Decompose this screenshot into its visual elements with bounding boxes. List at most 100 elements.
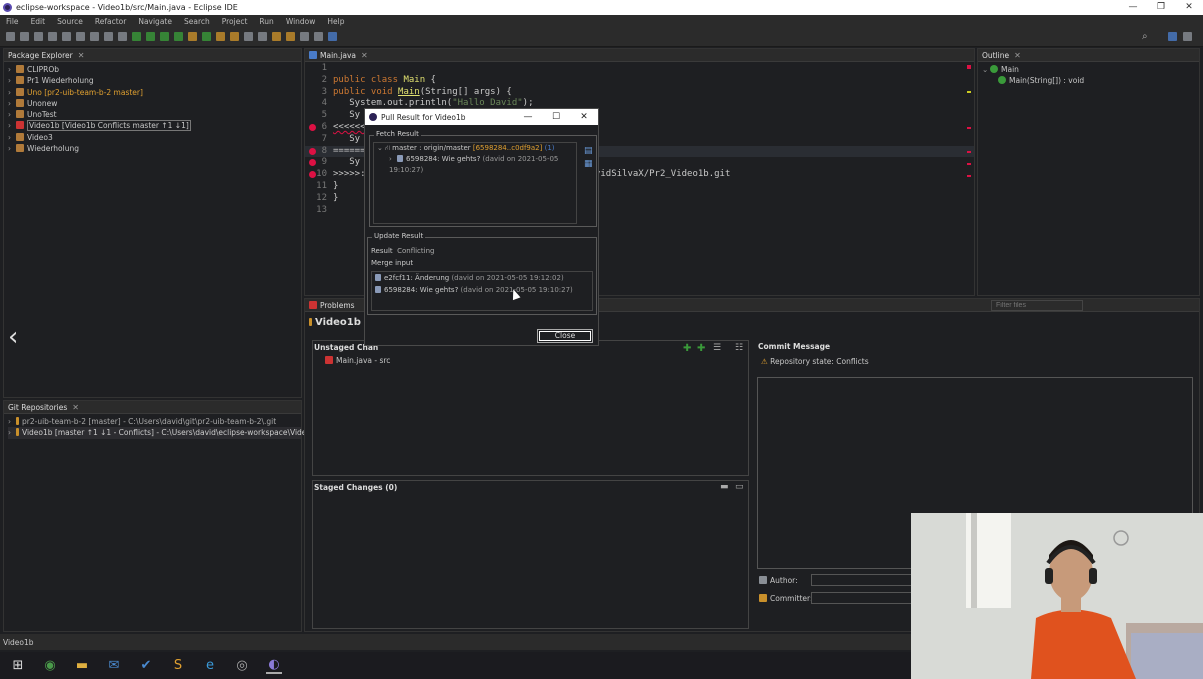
close-icon[interactable]: ✕ bbox=[78, 51, 85, 60]
search-icon[interactable]: ⌕ bbox=[1142, 31, 1148, 42]
previous-slide-icon[interactable]: ‹ bbox=[8, 322, 18, 352]
merge-input-item[interactable]: 6598284: Wie gehts? (david on 2021-05-05… bbox=[375, 284, 592, 296]
last-edit-icon[interactable] bbox=[258, 32, 267, 41]
overview-ruler-marker[interactable] bbox=[967, 91, 971, 93]
tree-item-video3[interactable]: › Video3 bbox=[8, 132, 301, 143]
minimize-button[interactable]: — bbox=[1119, 0, 1147, 15]
format-icon[interactable] bbox=[104, 32, 113, 41]
menu-refactor[interactable]: Refactor bbox=[89, 17, 132, 26]
editor-tab-main-java[interactable]: Main.java ✕ bbox=[305, 49, 974, 62]
view-options-icon[interactable]: ☰ bbox=[713, 343, 721, 353]
commit-message-label: Commit Message bbox=[758, 342, 831, 351]
tree-item-unotest[interactable]: › UnoTest bbox=[8, 109, 301, 120]
tree-view-icon[interactable]: ☷ bbox=[735, 343, 743, 353]
overview-ruler-marker[interactable] bbox=[967, 65, 971, 69]
project-icon bbox=[16, 98, 24, 107]
menu-run[interactable]: Run bbox=[253, 17, 279, 26]
nav-forward-icon[interactable] bbox=[314, 32, 323, 41]
run-icon[interactable] bbox=[146, 32, 155, 41]
repo-item-video1b[interactable]: › Video1b [master ↑1 ↓1 - Conflicts] - C:… bbox=[8, 427, 335, 439]
obs-icon[interactable]: ◎ bbox=[234, 658, 250, 673]
eclipse-taskbar-icon[interactable]: ◐ bbox=[266, 657, 282, 674]
dialog-minimize-button[interactable]: — bbox=[514, 109, 542, 125]
merge-input-item[interactable]: e2fcf11: Änderung (david on 2021-05-05 1… bbox=[375, 272, 592, 284]
tree-item-pr1[interactable]: › Pr1 Wiederholung bbox=[8, 75, 301, 86]
menu-navigate[interactable]: Navigate bbox=[132, 17, 178, 26]
menu-project[interactable]: Project bbox=[216, 17, 254, 26]
nav-back-icon[interactable] bbox=[300, 32, 309, 41]
commit-icon bbox=[375, 274, 381, 281]
fetch-branch-item[interactable]: ⌄ ⛙ master : origin/master [6598284..c0df… bbox=[377, 143, 576, 154]
menu-file[interactable]: File bbox=[0, 17, 25, 26]
debug-icon[interactable] bbox=[132, 32, 141, 41]
search-tool-icon[interactable] bbox=[230, 32, 239, 41]
conflict-project-icon bbox=[16, 121, 24, 130]
outline-tab[interactable]: Outline ✕ bbox=[978, 49, 1199, 62]
new-java-project-icon[interactable] bbox=[188, 32, 197, 41]
sublime-icon[interactable]: S bbox=[170, 658, 186, 673]
todo-icon[interactable]: ✔ bbox=[138, 658, 154, 673]
new-class-icon[interactable] bbox=[202, 32, 211, 41]
menu-help[interactable]: Help bbox=[321, 17, 350, 26]
outline-item-method[interactable]: Main(String[]) : void bbox=[982, 75, 1199, 86]
close-window-button[interactable]: ✕ bbox=[1175, 0, 1203, 15]
toggle-icon[interactable] bbox=[76, 32, 85, 41]
menu-source[interactable]: Source bbox=[51, 17, 89, 26]
overview-ruler-marker[interactable] bbox=[967, 151, 971, 153]
perspective-git-icon[interactable] bbox=[1183, 32, 1192, 41]
file-explorer-icon[interactable]: ▬ bbox=[74, 658, 90, 673]
mail-icon[interactable]: ✉ bbox=[106, 658, 122, 673]
overview-ruler-marker[interactable] bbox=[967, 127, 971, 129]
skip-breakpoints-icon[interactable] bbox=[62, 32, 71, 41]
repo-item-pr2[interactable]: › pr2-uib-team-b-2 [master] - C:\Users\da… bbox=[8, 416, 301, 427]
tree-item-uno[interactable]: › Uno [pr2-uib-team-b-2 master] bbox=[8, 87, 301, 98]
tree-item-video1b[interactable]: › Video1b [Video1b Conflicts master ↑1 ↓1… bbox=[8, 120, 301, 132]
overview-ruler-marker[interactable] bbox=[967, 163, 971, 165]
save-all-icon[interactable] bbox=[34, 32, 43, 41]
menu-window[interactable]: Window bbox=[280, 17, 322, 26]
close-icon[interactable]: ✕ bbox=[1014, 51, 1021, 60]
coverage-icon[interactable] bbox=[160, 32, 169, 41]
new-icon[interactable] bbox=[6, 32, 15, 41]
tree-item-unonew[interactable]: › Unonew bbox=[8, 98, 301, 109]
fetch-commit-item[interactable]: › 6598284: Wie gehts? (david on 2021-05-0… bbox=[377, 154, 576, 176]
back-icon[interactable] bbox=[272, 32, 281, 41]
dialog-close-icon[interactable]: ✕ bbox=[570, 109, 598, 125]
unstaged-file-item[interactable]: Main.java - src bbox=[325, 356, 748, 365]
tree-item-wiederholung[interactable]: › Wiederholung bbox=[8, 143, 301, 154]
menu-edit[interactable]: Edit bbox=[25, 17, 52, 26]
annotation-icon[interactable] bbox=[244, 32, 253, 41]
unstage-icon[interactable]: ▭ bbox=[735, 482, 744, 492]
show-whitespace-icon[interactable] bbox=[118, 32, 127, 41]
tree-item-cliprob[interactable]: › CLIPROb bbox=[8, 64, 301, 75]
edge-icon[interactable]: e bbox=[202, 658, 218, 673]
open-type-icon[interactable] bbox=[216, 32, 225, 41]
copy-icon[interactable]: ▤ bbox=[584, 146, 593, 156]
open-icon[interactable]: ▦ bbox=[584, 159, 593, 169]
overview-ruler-marker[interactable] bbox=[967, 175, 971, 177]
start-icon[interactable]: ⊞ bbox=[10, 658, 26, 673]
unstage-all-icon[interactable]: ▬ bbox=[720, 482, 729, 492]
pin-icon[interactable] bbox=[328, 32, 337, 41]
dialog-maximize-button[interactable]: ☐ bbox=[542, 109, 570, 125]
close-icon[interactable]: ✕ bbox=[361, 51, 368, 60]
outline-item-class[interactable]: ⌄ Main bbox=[982, 64, 1199, 75]
terminal-icon[interactable] bbox=[48, 32, 57, 41]
external-tools-icon[interactable] bbox=[174, 32, 183, 41]
close-icon[interactable]: ✕ bbox=[72, 403, 79, 412]
menu-search[interactable]: Search bbox=[178, 17, 216, 26]
add-to-index-icon[interactable]: ✚ bbox=[683, 343, 691, 354]
filter-files-input[interactable] bbox=[991, 300, 1083, 311]
fetch-result-tree[interactable]: ⌄ ⛙ master : origin/master [6598284..c0df… bbox=[373, 142, 577, 224]
git-repositories-tab[interactable]: Git Repositories ✕ bbox=[4, 401, 301, 414]
save-icon[interactable] bbox=[20, 32, 29, 41]
package-explorer-tab[interactable]: Package Explorer ✕ bbox=[4, 49, 301, 62]
perspective-java-icon[interactable] bbox=[1168, 32, 1177, 41]
merge-input-list[interactable]: e2fcf11: Änderung (david on 2021-05-05 1… bbox=[371, 271, 593, 311]
forward-icon[interactable] bbox=[286, 32, 295, 41]
chrome-icon[interactable]: ◉ bbox=[42, 658, 58, 673]
close-button[interactable]: Close bbox=[537, 329, 593, 343]
maximize-button[interactable]: ❐ bbox=[1147, 0, 1175, 15]
mark-icon[interactable] bbox=[90, 32, 99, 41]
add-all-icon[interactable]: ✚ bbox=[697, 343, 705, 354]
